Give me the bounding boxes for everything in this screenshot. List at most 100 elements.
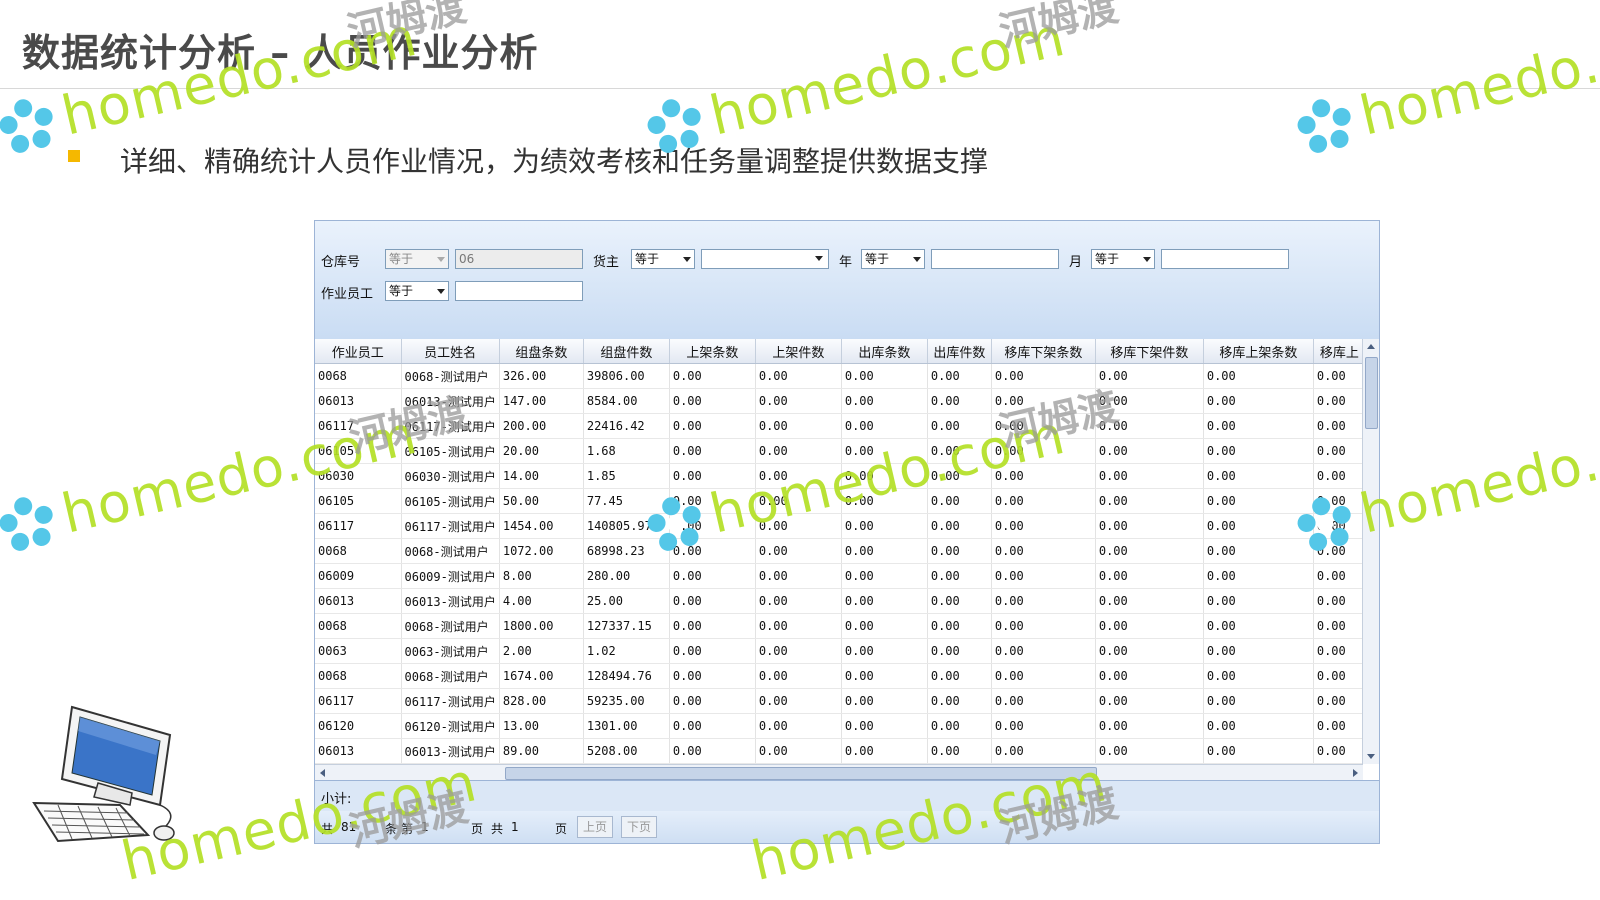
table-row[interactable]: 06120 06120-测试用户 13.00 1301.00 0.00 0.00 0.00 0… — [315, 713, 1366, 739]
table-row[interactable]: 0068 0068-测试用户 326.00 39806.00 0.00 0.00 0.00 0… — [315, 363, 1366, 389]
table-cell: 0.00 — [927, 688, 992, 714]
table-cell: 0.00 — [1203, 463, 1314, 489]
table-cell: 0.00 — [991, 688, 1096, 714]
table-cell: 0.00 — [927, 388, 992, 414]
horizontal-scroll-thumb[interactable] — [505, 767, 1097, 780]
table-row[interactable]: 06105 06105-测试用户 20.00 1.68 0.00 0.00 0.00 0.00… — [315, 438, 1366, 464]
table-cell: 0.00 — [755, 613, 842, 639]
table-cell: 0.00 — [1313, 713, 1366, 739]
scroll-left-icon[interactable] — [320, 769, 325, 777]
worker-label: 作业员工 — [321, 287, 374, 302]
column-header[interactable]: 作业员工 — [315, 339, 402, 364]
table-row[interactable]: 06105 06105-测试用户 50.00 77.45 0.00 0.00 0.00 0.0… — [315, 488, 1366, 514]
year-input[interactable] — [931, 249, 1059, 269]
table-cell: 0.00 — [755, 488, 842, 514]
filter-panel: 仓库号 等于 06 货主 等于 年 等于 月 等于 作业员工 等于 — [315, 221, 1379, 340]
table-cell: 0068-测试用户 — [401, 538, 500, 564]
table-cell: 0.00 — [1313, 488, 1366, 514]
table-cell: 0.00 — [1095, 688, 1204, 714]
table-cell: 0.00 — [1313, 663, 1366, 689]
next-page-button[interactable]: 下页 — [621, 816, 657, 838]
table-cell: 0.00 — [841, 363, 928, 389]
computer-icon — [32, 705, 175, 843]
table-cell: 06009-测试用户 — [401, 563, 500, 589]
table-cell: 0.00 — [841, 388, 928, 414]
table-cell: 0.00 — [927, 613, 992, 639]
vertical-scroll-thumb[interactable] — [1365, 357, 1378, 429]
table-row[interactable]: 06117 06117-测试用户 828.00 59235.00 0.00 0.00 0.0… — [315, 688, 1366, 714]
column-header[interactable]: 组盘条数 — [499, 339, 584, 364]
table-row[interactable]: 06013 06013-测试用户 147.00 8584.00 0.00 0.00 0.00… — [315, 388, 1366, 414]
table-cell: 0.00 — [927, 363, 992, 389]
table-cell: 0.00 — [669, 363, 756, 389]
vertical-scrollbar[interactable] — [1362, 339, 1379, 764]
scroll-up-icon[interactable] — [1367, 344, 1375, 349]
table-row[interactable]: 06013 06013-测试用户 89.00 5208.00 0.00 0.00 0.00 0… — [315, 738, 1366, 764]
table-cell: 0.00 — [927, 438, 992, 464]
table-cell: 0.00 — [1313, 538, 1366, 564]
pager-total-pages-unit: 页 — [555, 822, 568, 836]
owner-select[interactable] — [701, 249, 829, 269]
table-row[interactable]: 0068 0068-测试用户 1800.00 127337.15 0.00 0.00 0.0… — [315, 613, 1366, 639]
table-cell: 1800.00 — [499, 613, 584, 639]
table-cell: 0.00 — [1313, 563, 1366, 589]
horizontal-scrollbar[interactable] — [315, 764, 1363, 781]
table-row[interactable]: 06009 06009-测试用户 8.00 280.00 0.00 0.00 0.00 0.0… — [315, 563, 1366, 589]
table-cell: 0.00 — [991, 663, 1096, 689]
column-header[interactable]: 上架件数 — [755, 339, 842, 364]
column-header[interactable]: 员工姓名 — [401, 339, 500, 364]
table-cell: 0.00 — [755, 463, 842, 489]
table-cell: 0.00 — [1203, 563, 1314, 589]
table-cell: 0.00 — [927, 588, 992, 614]
column-header[interactable]: 移库下架条数 — [991, 339, 1096, 364]
table-cell: 06117-测试用户 — [401, 513, 500, 539]
year-operator-select[interactable]: 等于 — [861, 249, 925, 269]
table-cell: 0.00 — [991, 638, 1096, 664]
table-cell: 1.85 — [583, 463, 670, 489]
table-cell: 0.00 — [841, 488, 928, 514]
column-header[interactable]: 出库条数 — [841, 339, 928, 364]
column-header[interactable]: 组盘件数 — [583, 339, 670, 364]
table-cell: 14.00 — [499, 463, 584, 489]
table-cell: 06117 — [315, 688, 402, 714]
table-row[interactable]: 06030 06030-测试用户 14.00 1.85 0.00 0.00 0.00 0.00… — [315, 463, 1366, 489]
month-input[interactable] — [1161, 249, 1289, 269]
warehouse-input[interactable]: 06 — [455, 249, 583, 269]
month-operator-select[interactable]: 等于 — [1091, 249, 1155, 269]
owner-operator-select[interactable]: 等于 — [631, 249, 695, 269]
table-cell: 828.00 — [499, 688, 584, 714]
warehouse-operator-select[interactable]: 等于 — [385, 249, 449, 269]
column-header[interactable]: 移库下架件数 — [1095, 339, 1204, 364]
scroll-right-icon[interactable] — [1353, 769, 1358, 777]
column-header[interactable]: 上架条数 — [669, 339, 756, 364]
chevron-down-icon — [815, 256, 823, 261]
table-cell: 0068-测试用户 — [401, 613, 500, 639]
table-row[interactable]: 0063 0063-测试用户 2.00 1.02 0.00 0.00 0.00 0.00 0.0… — [315, 638, 1366, 664]
table-cell: 68998.23 — [583, 538, 670, 564]
table-row[interactable]: 06013 06013-测试用户 4.00 25.00 0.00 0.00 0.00 0.00… — [315, 588, 1366, 614]
table-cell: 89.00 — [499, 738, 584, 764]
table-row[interactable]: 06117 06117-测试用户 1454.00 140805.97 0.00 0.00 0… — [315, 513, 1366, 539]
column-header[interactable]: 移库上 — [1313, 339, 1366, 364]
table-cell: 0.00 — [1203, 663, 1314, 689]
column-header[interactable]: 出库件数 — [927, 339, 992, 364]
table-cell: 0.00 — [927, 488, 992, 514]
worker-operator-select[interactable]: 等于 — [385, 281, 449, 301]
table-cell: 0.00 — [1095, 613, 1204, 639]
prev-page-button[interactable]: 上页 — [577, 816, 613, 838]
scroll-down-icon[interactable] — [1367, 754, 1375, 759]
grid-header-row: 作业员工 员工姓名 组盘条数 组盘件数 上架条数 上架件数 出库条数 出库件数 移库下架条数 移库… — [315, 339, 1366, 364]
table-cell: 06030-测试用户 — [401, 463, 500, 489]
table-row[interactable]: 0068 0068-测试用户 1072.00 68998.23 0.00 0.00 0.00… — [315, 538, 1366, 564]
table-cell: 0.00 — [1203, 438, 1314, 464]
table-cell: 39806.00 — [583, 363, 670, 389]
table-cell: 0.00 — [1313, 613, 1366, 639]
table-cell: 0.00 — [1313, 688, 1366, 714]
table-cell: 0068-测试用户 — [401, 663, 500, 689]
table-cell: 20.00 — [499, 438, 584, 464]
table-cell: 0.00 — [927, 463, 992, 489]
column-header[interactable]: 移库上架条数 — [1203, 339, 1314, 364]
worker-input[interactable] — [455, 281, 583, 301]
table-cell: 0.00 — [1095, 488, 1204, 514]
table-row[interactable]: 0068 0068-测试用户 1674.00 128494.76 0.00 0.00 0.0… — [315, 663, 1366, 689]
